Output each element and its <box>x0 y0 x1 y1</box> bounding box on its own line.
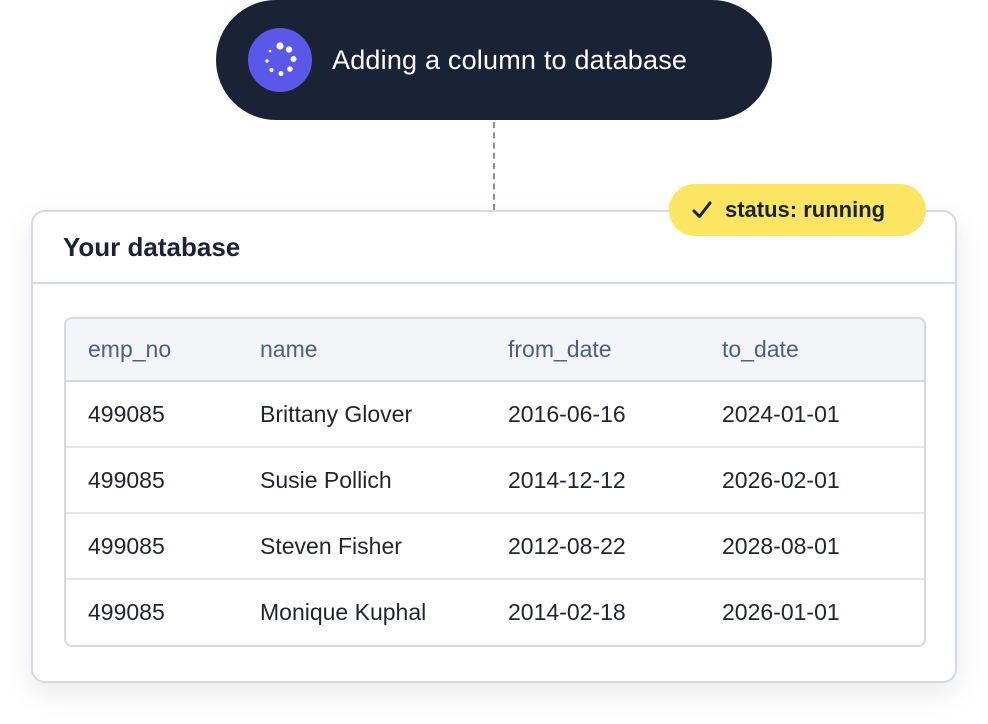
table-row[interactable]: 499085 Steven Fisher 2012-08-22 2028-08-… <box>66 512 924 579</box>
stage: Adding a column to database Your databas… <box>0 0 988 724</box>
status-badge-label: status: running <box>725 197 886 222</box>
table-row[interactable]: 499085 Brittany Glover 2016-06-16 2024-0… <box>66 381 924 447</box>
progress-toast: Adding a column to database <box>216 0 772 120</box>
status-badge: status: running <box>669 184 926 236</box>
cell-emp-no: 499085 <box>88 400 165 427</box>
table-header-row: emp_no name from_date to_date <box>66 319 924 382</box>
spinner-icon <box>248 28 312 92</box>
dashed-connector <box>493 122 495 210</box>
table-row[interactable]: 499085 Monique Kuphal 2014-02-18 2026-01… <box>66 578 924 645</box>
column-header-name[interactable]: name <box>260 319 508 382</box>
cell-from-date: 2014-02-18 <box>508 578 722 645</box>
cell-name: Steven Fisher <box>260 512 508 579</box>
cell-from-date: 2016-06-16 <box>508 400 626 427</box>
cell-name: Susie Pollich <box>260 446 508 513</box>
cell-name: Monique Kuphal <box>260 578 508 645</box>
cell-name: Brittany Glover <box>260 400 413 427</box>
check-icon <box>691 199 713 221</box>
cell-emp-no: 499085 <box>66 512 260 579</box>
cell-to-date: 2026-01-01 <box>722 578 924 645</box>
database-card: Your database emp_no name from_date to_d… <box>31 210 957 683</box>
column-header-from-date[interactable]: from_date <box>508 319 722 382</box>
column-header-emp-no[interactable]: emp_no <box>66 319 260 382</box>
column-header-to-date[interactable]: to_date <box>722 319 924 382</box>
cell-emp-no: 499085 <box>66 446 260 513</box>
cell-from-date: 2014-12-12 <box>508 446 722 513</box>
toast-message: Adding a column to database <box>332 44 688 75</box>
cell-emp-no: 499085 <box>66 578 260 645</box>
cell-to-date: 2028-08-01 <box>722 512 924 579</box>
cell-to-date: 2024-01-01 <box>722 400 840 427</box>
table-row[interactable]: 499085 Susie Pollich 2014-12-12 2026-02-… <box>66 446 924 513</box>
cell-to-date: 2026-02-01 <box>722 446 924 513</box>
database-table: emp_no name from_date to_date 499085 Bri… <box>64 317 926 647</box>
cell-from-date: 2012-08-22 <box>508 512 722 579</box>
card-title: Your database <box>63 231 241 262</box>
